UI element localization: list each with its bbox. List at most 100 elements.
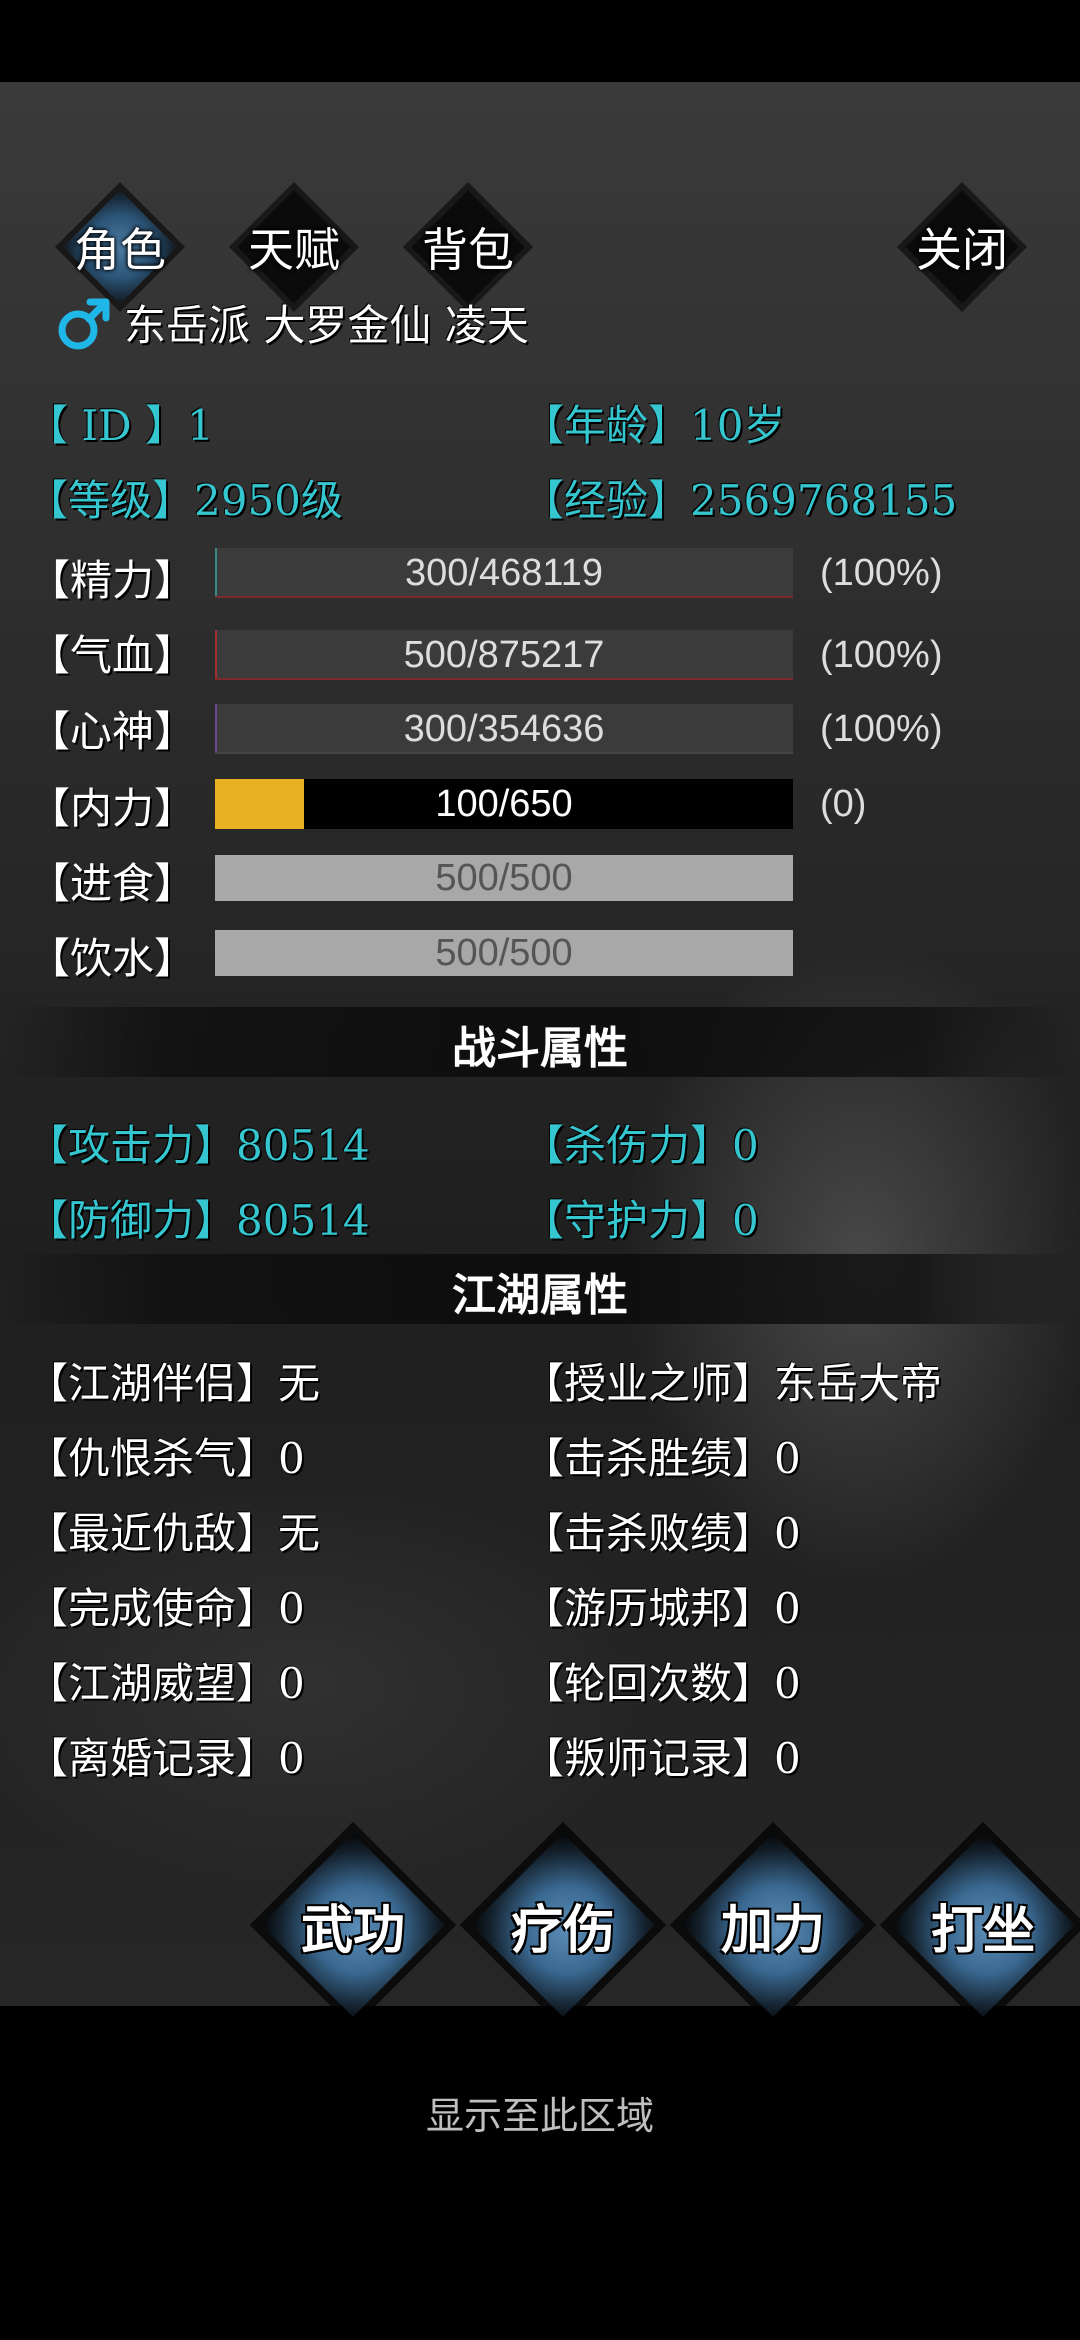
combat-section-title: 战斗属性	[452, 1023, 628, 1074]
attack-value: 80514	[236, 1121, 370, 1170]
meditate-button[interactable]: 打坐	[888, 1830, 1078, 2020]
boost-button[interactable]: 加力	[678, 1830, 868, 2020]
jianghu-value: 0	[774, 1584, 801, 1633]
defense-value: 80514	[236, 1196, 370, 1245]
jianghu-value: 无	[278, 1509, 321, 1558]
exp-label: 【经验】	[522, 476, 691, 525]
level-value: 2950级	[194, 476, 343, 525]
food-label: 【进食】	[28, 859, 197, 908]
meditate-label: 打坐	[930, 1899, 1035, 1961]
spirit-bar: 300/354636	[215, 704, 793, 754]
food-bar: 500/500	[215, 855, 793, 901]
jianghu-value: 0	[774, 1434, 801, 1483]
age-row: 【年龄】10岁	[522, 392, 785, 453]
exp-value: 2569768155	[690, 476, 958, 525]
id-row: 【 ID 】1	[26, 392, 214, 453]
kill-label: 【杀伤力】	[522, 1121, 733, 1170]
id-label: 【 ID 】	[26, 401, 187, 450]
kill-value: 0	[732, 1121, 759, 1170]
tab-talent-label: 天赋	[248, 223, 340, 277]
inner-power-label: 【内力】	[28, 784, 197, 833]
close-label: 关闭	[916, 223, 1008, 277]
spirit-bar-text: 300/354636	[403, 707, 605, 750]
level-row: 【等级】2950级	[26, 467, 343, 528]
close-button[interactable]: 关闭	[902, 187, 1022, 307]
profile-line: 东岳派 大罗金仙 凌天	[56, 292, 529, 353]
health-label: 【气血】	[28, 631, 197, 680]
tab-talent[interactable]: 天赋	[234, 187, 354, 307]
guard-row: 【守护力】0	[522, 1187, 759, 1248]
jianghu-right-item: 【游历城邦】0	[522, 1575, 801, 1636]
display-area-hint: 显示至此区域	[425, 2094, 654, 2138]
jianghu-section-title: 江湖属性	[452, 1270, 628, 1321]
health-bar-text: 500/875217	[403, 633, 605, 676]
jianghu-value: 无	[278, 1359, 321, 1408]
level-label: 【等级】	[26, 476, 195, 525]
food-bar-text: 500/500	[435, 856, 573, 899]
jianghu-left-item: 【仇恨杀气】0	[26, 1425, 305, 1486]
jianghu-right-item: 【击杀败绩】0	[522, 1500, 801, 1561]
tab-character-label: 角色	[74, 223, 166, 277]
energy-bar-text: 300/468119	[405, 551, 603, 594]
jianghu-left-item: 【江湖伴侣】无	[26, 1350, 320, 1411]
guard-label: 【守护力】	[522, 1196, 733, 1245]
jianghu-label: 【完成使命】	[26, 1584, 279, 1633]
exp-row: 【经验】2569768155	[522, 467, 957, 528]
jianghu-label: 【最近仇敌】	[26, 1509, 279, 1558]
jianghu-label: 【江湖伴侣】	[26, 1359, 279, 1408]
tab-bag[interactable]: 背包	[408, 187, 528, 307]
id-value: 1	[186, 401, 214, 450]
water-label: 【饮水】	[28, 934, 197, 983]
tab-bag-label: 背包	[422, 223, 514, 277]
jianghu-right-item: 【击杀胜绩】0	[522, 1425, 801, 1486]
jianghu-value: 0	[774, 1509, 801, 1558]
water-bar: 500/500	[215, 930, 793, 976]
jianghu-label: 【游历城邦】	[522, 1584, 775, 1633]
defense-row: 【防御力】80514	[26, 1187, 370, 1248]
spirit-percent: (100%)	[820, 708, 943, 750]
jianghu-right-item: 【轮回次数】0	[522, 1650, 801, 1711]
character-panel: 角色 天赋 背包 关闭 东岳派 大罗金仙 凌天 【 ID 】1 【年龄】10岁 …	[0, 82, 1080, 2006]
jianghu-value: 东岳大帝	[774, 1359, 943, 1408]
character-title: 东岳派 大罗金仙 凌天	[124, 301, 529, 350]
jianghu-value: 0	[774, 1659, 801, 1708]
jianghu-right-item: 【授业之师】东岳大帝	[522, 1350, 942, 1411]
jianghu-value: 0	[278, 1584, 305, 1633]
health-bar: 500/875217	[215, 630, 793, 680]
heal-label: 疗伤	[510, 1899, 615, 1961]
jianghu-value: 0	[774, 1734, 801, 1783]
health-percent: (100%)	[820, 634, 943, 676]
jianghu-label: 【仇恨杀气】	[26, 1434, 279, 1483]
age-value: 10岁	[690, 401, 786, 450]
inner-power-bar: 100/650	[215, 779, 793, 829]
jianghu-left-item: 【最近仇敌】无	[26, 1500, 320, 1561]
martial-arts-label: 武功	[300, 1899, 405, 1961]
kill-row: 【杀伤力】0	[522, 1112, 759, 1173]
jianghu-value: 0	[278, 1434, 305, 1483]
energy-bar: 300/468119	[215, 548, 793, 598]
jianghu-right-item: 【叛师记录】0	[522, 1725, 801, 1786]
guard-value: 0	[732, 1196, 759, 1245]
water-bar-text: 500/500	[435, 931, 573, 974]
defense-label: 【防御力】	[26, 1196, 237, 1245]
energy-percent: (100%)	[820, 552, 943, 594]
jianghu-label: 【江湖威望】	[26, 1659, 279, 1708]
jianghu-label: 【叛师记录】	[522, 1734, 775, 1783]
heal-button[interactable]: 疗伤	[468, 1830, 658, 2020]
jianghu-label: 【击杀胜绩】	[522, 1434, 775, 1483]
jianghu-label: 【授业之师】	[522, 1359, 775, 1408]
jianghu-value: 0	[278, 1734, 305, 1783]
jianghu-left-item: 【离婚记录】0	[26, 1725, 305, 1786]
attack-row: 【攻击力】80514	[26, 1112, 370, 1173]
martial-arts-button[interactable]: 武功	[258, 1830, 448, 2020]
energy-label: 【精力】	[28, 556, 197, 605]
jianghu-label: 【击杀败绩】	[522, 1509, 775, 1558]
jianghu-label: 【轮回次数】	[522, 1659, 775, 1708]
jianghu-value: 0	[278, 1659, 305, 1708]
tab-character[interactable]: 角色	[60, 187, 180, 307]
inner-power-bar-text: 100/650	[435, 782, 573, 825]
attack-label: 【攻击力】	[26, 1121, 237, 1170]
boost-label: 加力	[720, 1899, 825, 1961]
spirit-label: 【心神】	[28, 707, 197, 756]
jianghu-left-item: 【江湖威望】0	[26, 1650, 305, 1711]
